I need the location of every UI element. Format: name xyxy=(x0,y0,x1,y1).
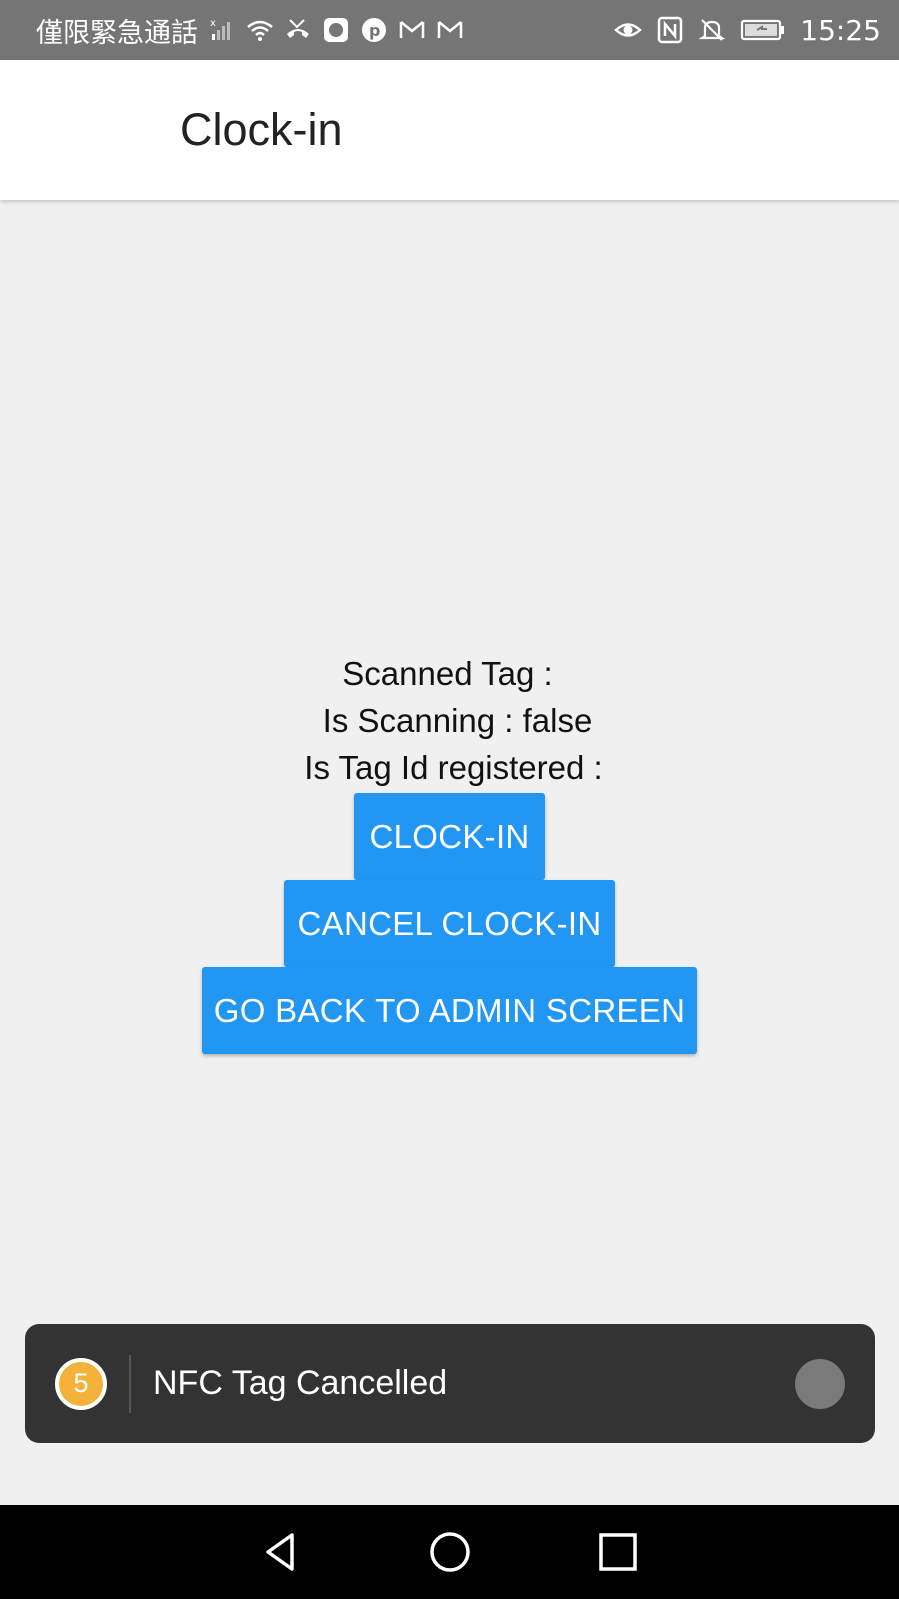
gmail-icon xyxy=(398,16,426,44)
wifi-icon xyxy=(246,16,274,44)
toast-badge: 5 xyxy=(55,1357,107,1410)
page-title: Clock-in xyxy=(180,104,343,155)
is-scanning-label: Is Scanning : false xyxy=(322,702,593,739)
scanned-tag-label: Scanned Tag : xyxy=(342,655,553,692)
gmail-icon xyxy=(436,16,464,44)
back-icon[interactable] xyxy=(258,1528,306,1576)
nfc-icon xyxy=(656,16,684,44)
pinterest-icon: p xyxy=(360,16,388,44)
status-bar: 僅限緊急通話 x p 15:25 xyxy=(0,0,899,60)
toast-divider xyxy=(129,1354,131,1413)
toast-notification: 5 NFC Tag Cancelled xyxy=(25,1324,875,1443)
cancel-clock-in-button[interactable]: CANCEL CLOCK-IN xyxy=(284,880,615,967)
carrier-text: 僅限緊急通話 xyxy=(36,17,198,49)
svg-text:x: x xyxy=(210,18,216,29)
toast-dot-icon[interactable] xyxy=(795,1358,845,1409)
home-icon[interactable] xyxy=(426,1528,474,1576)
navigation-bar xyxy=(0,1505,899,1599)
status-time: 15:25 xyxy=(800,13,881,47)
is-registered-label: Is Tag Id registered : xyxy=(304,749,603,786)
svg-text:p: p xyxy=(369,21,380,40)
mute-icon xyxy=(698,16,726,44)
missed-call-icon xyxy=(284,16,312,44)
eye-comfort-icon xyxy=(614,16,643,44)
battery-icon xyxy=(740,16,786,44)
go-back-admin-button[interactable]: GO BACK TO ADMIN SCREEN xyxy=(202,967,697,1054)
signal-icon: x xyxy=(208,16,236,44)
toast-message: NFC Tag Cancelled xyxy=(153,1364,448,1402)
app-bar: Clock-in xyxy=(0,60,899,200)
app-icon xyxy=(322,16,350,44)
recents-icon[interactable] xyxy=(594,1528,642,1576)
clock-in-button[interactable]: CLOCK-IN xyxy=(354,793,545,880)
